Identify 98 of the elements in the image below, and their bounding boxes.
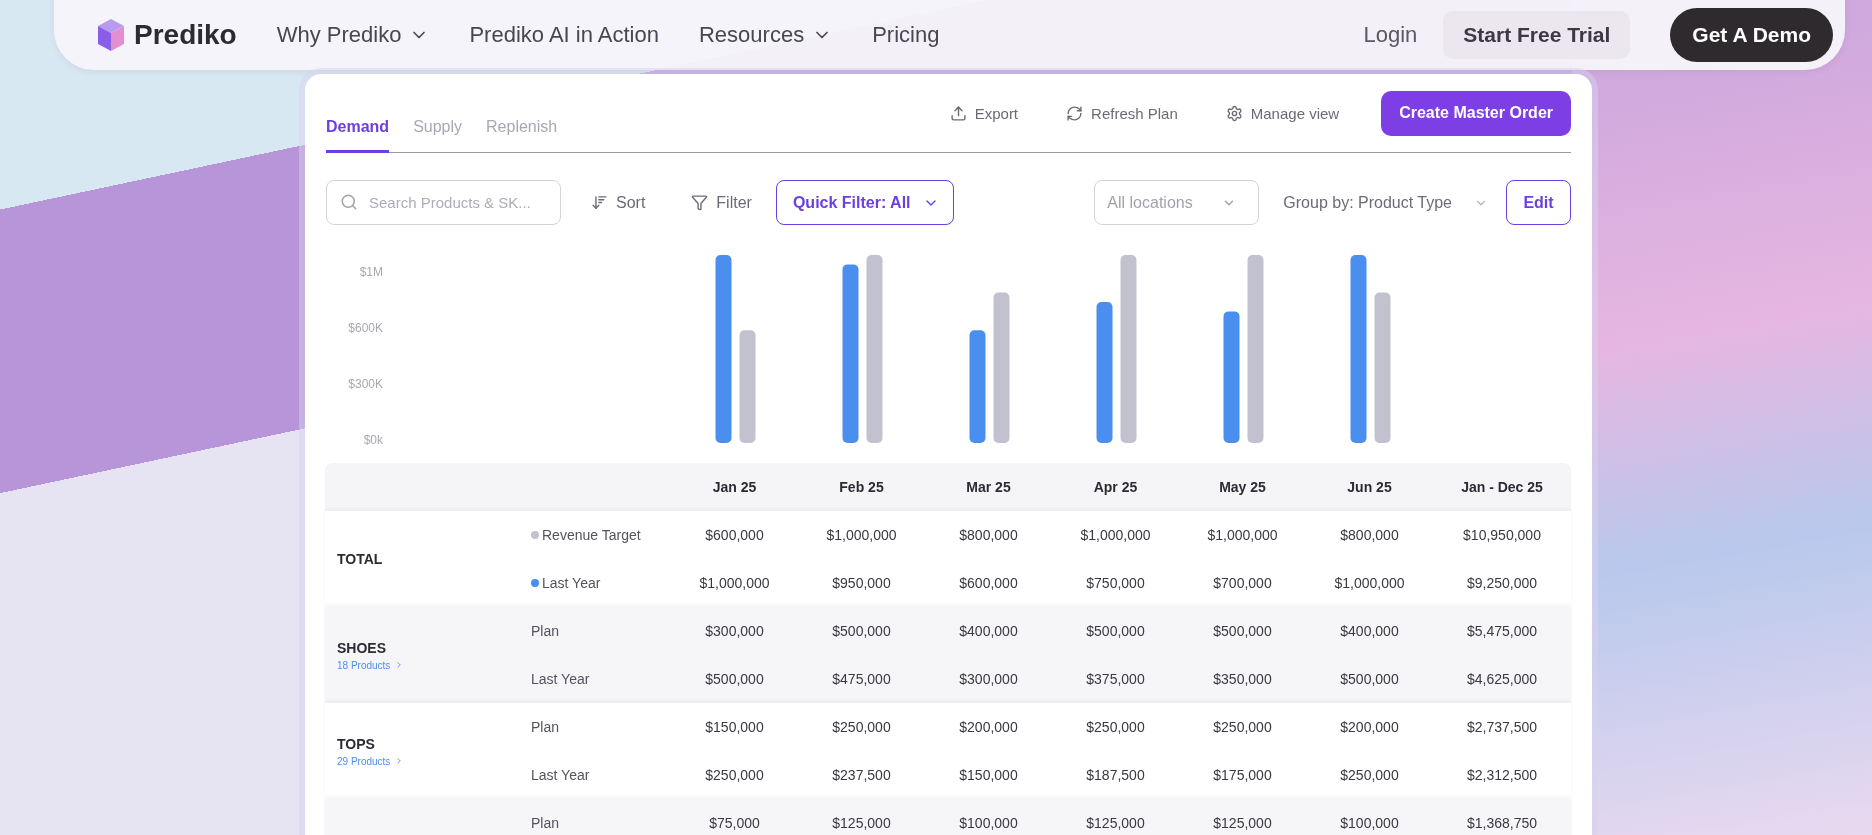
table-cell: $1,000,000 [1334,575,1405,591]
table-cell: $175,000 [1213,767,1272,783]
nav-link[interactable]: Why Prediko [276,22,430,48]
group-by-dropdown[interactable]: Group by: Product Type [1283,193,1488,212]
column-header: Jun 25 [1346,479,1393,495]
tab[interactable]: Demand [326,88,390,153]
products-link[interactable]: 18 Products [337,659,531,671]
row-label: Revenue Target [542,527,641,543]
table-cell: $500,000 [1086,623,1145,639]
table-cell: $187,500 [1086,767,1145,783]
refresh-icon [1066,104,1084,122]
table-cell: $5,475,000 [1466,623,1538,639]
search-icon [340,193,358,211]
column-header: Apr 25 [1092,479,1139,495]
table-cell: $500,000 [1213,623,1272,639]
table-cell: $75,000 [709,815,760,831]
table-cell: $1,368,750 [1466,815,1538,831]
group-name: TOPS [337,735,376,752]
axis-label: $0k [363,433,383,448]
sort-icon [591,194,608,211]
table-cell: $500,000 [1340,671,1399,687]
toolbar-action[interactable]: Refresh Plan [1060,103,1184,123]
column-header: Feb 25 [838,479,885,495]
column-header: Jan - Dec 25 [1460,479,1544,495]
table-cell: $500,000 [705,671,764,687]
row-label: Last Year [531,671,590,687]
table-cell: $100,000 [1340,815,1399,831]
filter-button[interactable]: Filter [691,193,752,212]
table-cell: $500,000 [832,623,891,639]
table-cell: $350,000 [1213,671,1272,687]
column-header: Mar 25 [965,479,1012,495]
nav-link[interactable]: Pricing [872,22,940,48]
table-cell: $2,737,500 [1466,719,1538,735]
table-cell: $250,000 [1213,719,1272,735]
row-label: Plan [531,719,560,735]
quick-filter-dropdown[interactable]: Quick Filter: All [775,180,954,225]
table-cell: $4,625,000 [1466,671,1538,687]
table-cell: $400,000 [1340,623,1399,639]
brand-name: Prediko [134,19,237,51]
table-cell: $250,000 [832,719,891,735]
table-cell: $125,000 [1213,815,1272,831]
table-cell: $250,000 [705,767,764,783]
edit-button[interactable]: Edit [1506,180,1571,225]
column-header: May 25 [1218,479,1267,495]
table-cell: $800,000 [1340,527,1399,543]
table-cell: $150,000 [959,767,1018,783]
sort-button[interactable]: Sort [591,193,646,212]
table-cell: $10,950,000 [1463,527,1541,543]
free-trial-button[interactable]: Start Free Trial [1443,11,1631,59]
table-cell: $300,000 [959,671,1018,687]
table-cell: $1,000,000 [1207,527,1278,543]
group-name: TOTAL [337,551,384,567]
axis-label: $600K [348,321,383,336]
table-cell: $237,500 [832,767,891,783]
table-cell: $200,000 [959,719,1018,735]
row-label: Plan [531,623,560,639]
table-cell: $400,000 [959,623,1018,639]
table-cell: $250,000 [1086,719,1145,735]
table-cell: $9,250,000 [1466,575,1538,591]
nav-link[interactable]: Resources [699,22,833,48]
row-label: Last Year [542,575,601,591]
table-cell: $300,000 [705,623,764,639]
table-cell: $1,000,000 [826,527,897,543]
demo-button[interactable]: Get A Demo [1670,8,1833,62]
table-cell: $1,000,000 [1080,527,1151,543]
table-cell: $1,000,000 [699,575,770,591]
table-cell: $700,000 [1213,575,1272,591]
table-cell: $750,000 [1086,575,1145,591]
upload-icon [949,104,967,122]
login-link[interactable]: Login [1363,22,1418,48]
filter-icon [691,194,709,211]
products-link[interactable]: 29 Products [337,755,531,767]
column-header: Jan 25 [711,479,758,495]
table-cell: $100,000 [959,815,1018,831]
search-field[interactable]: Search Products & SK... [326,180,561,225]
axis-label: $300K [348,377,383,392]
table-cell: $800,000 [959,527,1018,543]
row-label: Plan [531,815,560,831]
table-cell: $475,000 [832,671,891,687]
table-cell: $2,312,500 [1466,767,1538,783]
cube-logo-icon [96,17,126,53]
toolbar-action[interactable]: Manage view [1219,103,1346,123]
table-cell: $250,000 [1340,767,1399,783]
create-order-button[interactable]: Create Master Order [1381,90,1571,136]
table-cell: $600,000 [705,527,764,543]
axis-label: $1M [359,265,383,280]
settings-icon [1225,104,1243,122]
nav-link[interactable]: Prediko AI in Action [469,22,659,48]
row-label: Last Year [531,767,590,783]
table-cell: $125,000 [832,815,891,831]
table-cell: $375,000 [1086,671,1145,687]
table-cell: $125,000 [1086,815,1145,831]
table-cell: $600,000 [959,575,1018,591]
toolbar-action[interactable]: Export [943,103,1025,123]
group-name: SHOES [337,639,387,656]
table-cell: $200,000 [1340,719,1399,735]
table-cell: $150,000 [705,719,764,735]
table-cell: $950,000 [832,575,891,591]
